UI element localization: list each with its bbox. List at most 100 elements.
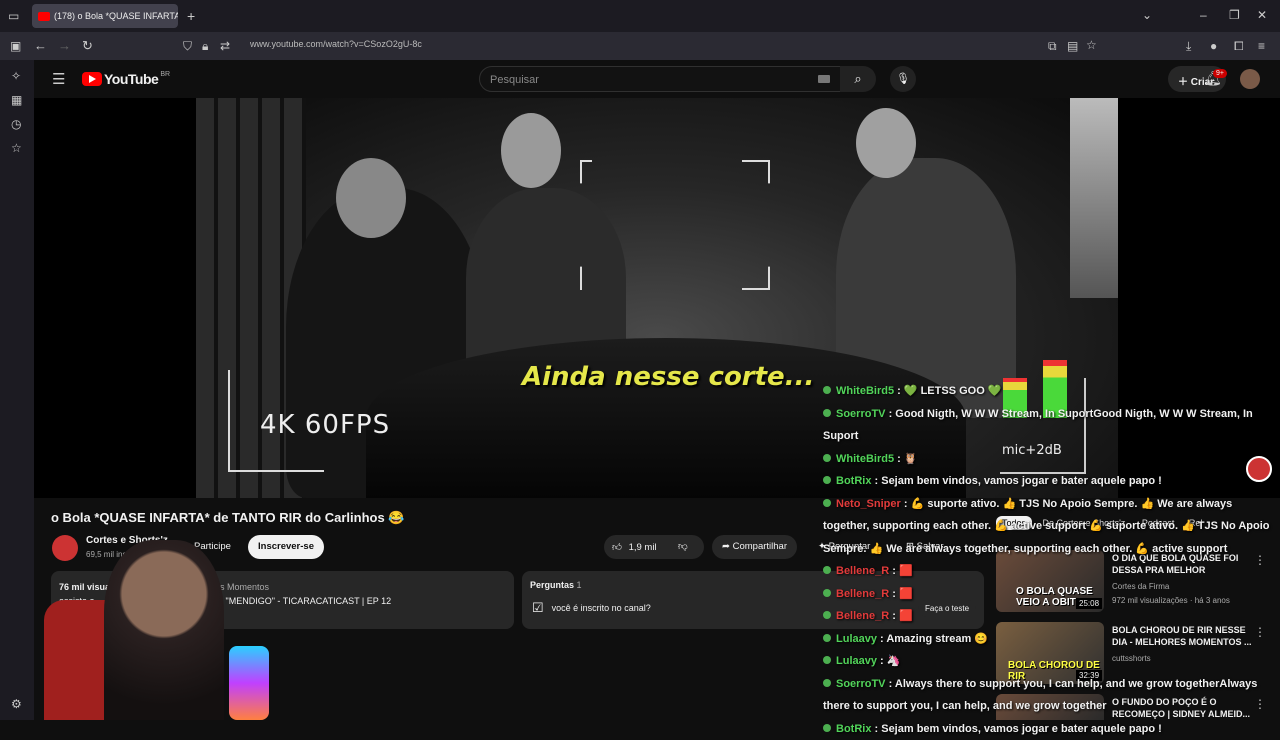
synced-tabs-icon[interactable]: ▦ [11,94,22,106]
checkbox-icon: ☑ [532,600,544,616]
chat-username: Lulaavy [836,633,877,645]
youtube-logo[interactable]: YouTube BR [82,71,170,87]
mascot-sticker [1246,456,1272,482]
chat-username: Lulaavy [836,655,877,667]
play-logo-icon [82,72,102,86]
chat-text: : 🟥 [889,588,912,600]
chat-username: Bellene_R [836,565,889,577]
video-caption: Ainda nesse corte... [522,362,814,392]
downloads-icon[interactable]: ⤓ [1186,40,1191,52]
chat-text: : Sejam bem vindos, vamos jogar e bater … [871,723,1161,735]
hamburger-menu-icon[interactable]: ☰ [52,72,65,87]
chat-badge-icon [823,656,831,664]
chat-badge-icon [823,634,831,642]
forward-icon[interactable]: → [58,39,71,52]
notification-badge: 9+ [1213,69,1227,78]
shield-icon[interactable]: ⛉ [183,40,192,52]
search-input[interactable]: Pesquisar [479,66,841,92]
chat-message: Lulaavy : 🦄 [823,650,1280,673]
chat-username: Neto_Sniper [836,498,901,510]
pixel-art-deco [1070,98,1118,298]
search-icon: ⌕ [854,71,861,86]
bookmark-star-icon[interactable]: ☆ [1086,39,1097,51]
chat-message: Lulaavy : Amazing stream 😊 [823,628,1280,651]
video-title: o Bola *QUASE INFARTA* de TANTO RIR do C… [51,510,404,526]
chat-text: : 🦉 [894,453,917,465]
questions-label: Perguntas [530,580,574,590]
chat-text: : Amazing stream 😊 [877,633,988,645]
chat-username: SoerroTV [836,678,886,690]
history-icon[interactable]: ◷ [11,118,21,130]
chat-badge-icon [823,724,831,732]
chat-message: WhiteBird5 : 💚 LETSS GOO 💚 [823,380,1280,403]
tab-list-icon[interactable]: ▭ [8,10,19,22]
browser-sidebar: ✧ ▦ ◷ ☆ ⚙ [0,60,34,720]
search-placeholder: Pesquisar [490,74,539,86]
search-button[interactable]: ⌕ [840,66,876,92]
dislike-icon[interactable]: 👎︎ [678,540,688,552]
url-field[interactable]: www.youtube.com/watch?v=CSozO2gU-8c [250,39,422,49]
chat-message: SoerroTV : Good Nigth, W W W Stream, In … [823,403,1280,448]
sidebar-toggle-icon[interactable]: ▣ [10,40,21,52]
chat-text: : Always there to support you, I can hel… [823,678,1257,713]
browser-tab[interactable]: (178) o Bola *QUASE INFARTA × [32,4,178,28]
like-icon[interactable]: 👍︎ [612,542,622,553]
chat-text: : Sejam bem vindos, vamos jogar e bater … [871,475,1161,487]
logo-text: YouTube [104,71,158,87]
chat-message: Bellene_R : 🟥 [823,560,1280,583]
maximize-icon[interactable]: ❐ [1229,9,1240,21]
extensions-icon[interactable]: ⧠ [1234,40,1244,52]
reload-icon[interactable]: ↻ [82,39,93,52]
chat-text: : 🟥 [889,610,912,622]
chat-message: WhiteBird5 : 🦉 [823,448,1280,471]
voice-search-button[interactable]: 🎙︎ [890,66,916,92]
chat-badge-icon [823,386,831,394]
keyboard-icon[interactable] [818,75,830,83]
host-right-head [856,108,916,178]
quality-overlay: 4K 60FPS [260,410,390,440]
chat-badge-icon [823,679,831,687]
chat-message: Neto_Sniper : 💪 suporte ativo. 👍 TJS No … [823,493,1280,561]
chat-badge-icon [823,476,831,484]
chat-badge-icon [823,611,831,619]
share-icon: ➦ [722,541,733,552]
chevron-down-icon[interactable]: ⌄ [1142,9,1152,21]
chat-message: Bellene_R : 🟥 [823,605,1280,628]
bookmarks-icon[interactable]: ☆ [11,142,22,154]
chat-username: BotRix [836,723,871,735]
menu-icon[interactable]: ≡ [1258,40,1265,52]
youtube-favicon-icon [38,12,50,21]
chat-badge-icon [823,499,831,507]
chat-username: SoerroTV [836,408,886,420]
browser-nav-bar: ▣ ← → ↻ ⛉ 🔒︎ ⇄ www.youtube.com/watch?v=C… [0,32,1280,60]
chat-message: Bellene_R : 🟥 [823,583,1280,606]
browser-tab-bar: ▭ (178) o Bola *QUASE INFARTA × + ⌄ – ❐ … [0,0,1280,32]
ai-icon[interactable]: ✧ [11,70,21,82]
share-label: Compartilhar [733,541,787,552]
streamer-webcam [34,540,314,720]
close-window-icon[interactable]: ✕ [1257,9,1267,21]
like-dislike-group: 👍︎ 1,9 mil 👎︎ [604,535,704,559]
new-tab-icon[interactable]: + [187,9,195,23]
share-button[interactable]: ➦ Compartilhar [712,535,797,559]
avatar[interactable] [1240,69,1260,89]
host-left-head [336,158,406,238]
settings-gear-icon[interactable]: ⚙ [11,698,22,710]
pip-icon[interactable]: ⧉ [1048,40,1057,52]
chat-badge-icon [823,589,831,597]
chat-badge-icon [823,566,831,574]
minimize-icon[interactable]: – [1200,9,1207,21]
permissions-icon[interactable]: ⇄ [220,40,230,52]
back-icon[interactable]: ← [34,39,47,52]
account-icon[interactable]: ● [1210,40,1217,52]
rgb-lamp [229,646,269,720]
reader-icon[interactable]: ▤ [1067,40,1078,52]
chat-badge-icon [823,409,831,417]
chat-message: BotRix : Sejam bem vindos, vamos jogar e… [823,470,1280,493]
like-count[interactable]: 1,9 mil [629,542,657,553]
chat-username: WhiteBird5 [836,385,894,397]
lock-icon[interactable]: 🔒︎ [202,40,208,52]
chat-username: WhiteBird5 [836,453,894,465]
youtube-header: ☰ YouTube BR Pesquisar ⌕ 🎙︎ ＋ Criar 🔔︎ 9… [34,60,1280,98]
question-text: você é inscrito no canal? [552,603,651,613]
